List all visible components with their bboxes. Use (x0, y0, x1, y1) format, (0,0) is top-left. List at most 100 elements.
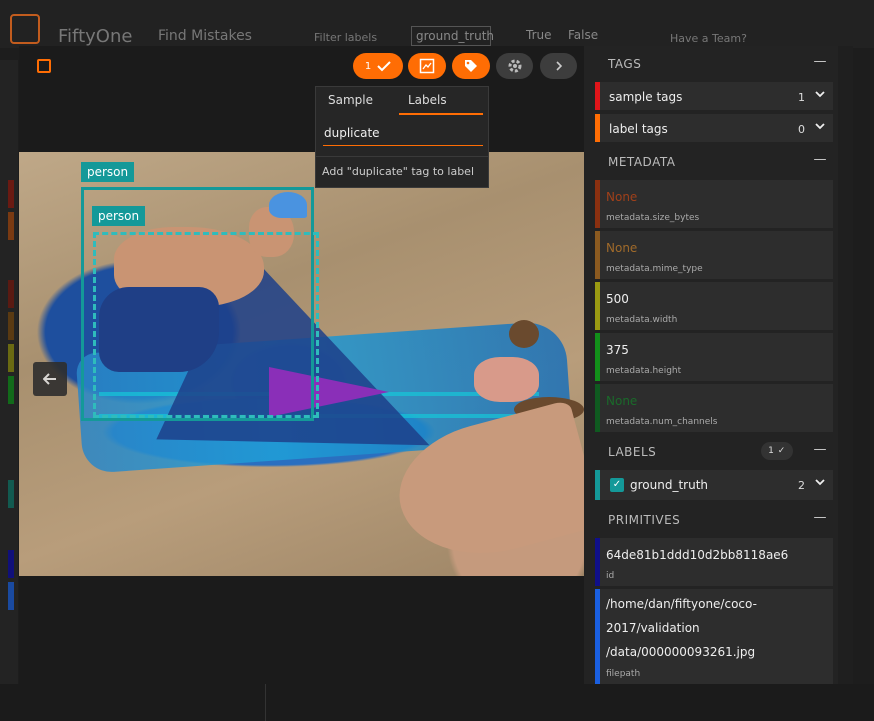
field-key: id (606, 571, 615, 581)
chevron-down-icon[interactable] (815, 88, 825, 102)
labels-section-header[interactable]: LABELS 1 ✓ — (595, 436, 833, 468)
dataset-name: Find Mistakes (158, 28, 252, 44)
sample-image: person person (19, 152, 584, 576)
background-strip (8, 312, 14, 340)
brand-name: FiftyOne (58, 26, 133, 47)
collapse-icon[interactable]: — (814, 442, 828, 457)
fiftyone-logo-icon (10, 14, 40, 44)
field-filepath: /home/dan/fiftyone/coco- 2017/validation… (595, 589, 833, 684)
labels-section-title: LABELS (608, 445, 657, 459)
background-strip (8, 582, 14, 610)
add-tag-option[interactable]: Add "duplicate" tag to label (322, 165, 474, 178)
field-id: 64de81b1ddd10d2bb8118ae6 id (595, 538, 833, 586)
item-count: 0 (798, 123, 805, 136)
field-key: metadata.height (606, 366, 682, 376)
primitives-section-header[interactable]: PRIMITIVES — (595, 504, 833, 536)
sidebar-item-sample-tags[interactable]: sample tags 1 (595, 82, 833, 110)
collapse-icon[interactable]: — (814, 510, 828, 525)
color-bar (595, 82, 600, 110)
active-tab-indicator (399, 113, 483, 115)
color-bar (595, 470, 600, 500)
color-bar (595, 589, 600, 684)
color-bar (595, 333, 600, 381)
primitives-section-title: PRIMITIVES (608, 513, 681, 527)
field-value: 500 (606, 292, 629, 306)
selected-labels-button[interactable]: 1 (353, 53, 403, 79)
chevron-down-icon[interactable] (815, 476, 825, 490)
popup-divider (316, 156, 488, 157)
ground-truth-checkbox[interactable]: ✓ (610, 478, 624, 492)
field-value-line: 2017/validation (606, 621, 700, 635)
settings-button[interactable] (496, 53, 533, 79)
badge-count: 1 (768, 446, 775, 456)
background-sidebar (0, 60, 18, 721)
image-frame-icon (419, 58, 435, 74)
sample-sidebar: TAGS — sample tags 1 label tags 0 METADA… (584, 46, 853, 684)
detection-label-dashed: person (92, 206, 146, 226)
metadata-section-title: METADATA (608, 155, 676, 169)
background-strip (8, 550, 14, 578)
false-label: False (568, 28, 599, 42)
field-value: 375 (606, 343, 629, 357)
field-value-line: /home/dan/fiftyone/coco- (606, 597, 757, 611)
field-num-channels: None metadata.num_channels (595, 384, 833, 432)
toggle-labels-button[interactable] (408, 53, 446, 79)
color-bar (595, 282, 600, 330)
check-icon: ✓ (777, 446, 786, 456)
field-height: 375 metadata.height (595, 333, 833, 381)
background-footer (0, 684, 874, 721)
sidebar-item-label: sample tags (609, 90, 683, 104)
true-label: True (526, 28, 552, 42)
field-mime-type: None metadata.mime_type (595, 231, 833, 279)
color-bar (595, 180, 600, 228)
image-cloth (474, 357, 539, 402)
sidebar-item-ground-truth[interactable]: ✓ ground_truth 2 (595, 470, 833, 500)
tab-labels[interactable]: Labels (408, 93, 447, 107)
detection-label-solid: person (81, 162, 135, 182)
color-bar (595, 114, 600, 142)
sidebar-item-label-tags[interactable]: label tags 0 (595, 114, 833, 142)
sample-viewer: 1 person person Sample Labels duplicate … (19, 46, 584, 684)
tag-icon (465, 60, 477, 72)
image-sandal (509, 320, 539, 348)
field-value-line: /data/000000093261.jpg (606, 645, 756, 659)
field-key: metadata.size_bytes (606, 213, 700, 223)
chevron-right-icon (555, 61, 562, 71)
item-count: 2 (798, 479, 805, 492)
collapse-icon[interactable]: — (814, 54, 828, 69)
check-icon (377, 61, 391, 72)
sidebar-scrollbar[interactable] (838, 46, 853, 684)
field-key: metadata.width (606, 315, 678, 325)
field-value: None (606, 190, 638, 204)
tab-sample[interactable]: Sample (328, 93, 373, 107)
field-size-bytes: None metadata.size_bytes (595, 180, 833, 228)
tags-section-title: TAGS (608, 57, 642, 71)
arrow-left-icon (43, 373, 56, 385)
field-width: 500 metadata.width (595, 282, 833, 330)
background-strip (8, 212, 14, 240)
field-key: metadata.mime_type (606, 264, 703, 274)
metadata-section-header[interactable]: METADATA — (595, 146, 833, 178)
chevron-down-icon[interactable] (815, 120, 825, 134)
background-divider (265, 684, 266, 721)
select-sample-checkbox[interactable] (37, 59, 51, 73)
gear-icon (508, 59, 521, 73)
labels-selected-badge[interactable]: 1 ✓ (761, 442, 793, 460)
tag-popup: Sample Labels duplicate Add "duplicate" … (315, 86, 489, 188)
field-value: None (606, 394, 638, 408)
tag-input[interactable]: duplicate (323, 124, 483, 146)
color-bar (595, 538, 600, 586)
expand-sidebar-button[interactable] (540, 53, 577, 79)
background-strip (8, 480, 14, 508)
tags-section-header[interactable]: TAGS — (595, 48, 833, 80)
collapse-icon[interactable]: — (814, 152, 828, 167)
filter-labels-label: Filter labels (314, 31, 378, 44)
field-value: 64de81b1ddd10d2bb8118ae6 (606, 548, 789, 562)
detection-box-dashed[interactable] (93, 232, 319, 418)
tag-button[interactable] (452, 53, 490, 79)
background-strip (8, 280, 14, 308)
ground-truth-chip: ground_truth (411, 26, 494, 46)
previous-sample-button[interactable] (33, 362, 67, 396)
field-key: metadata.num_channels (606, 417, 718, 427)
background-strip (8, 376, 14, 404)
